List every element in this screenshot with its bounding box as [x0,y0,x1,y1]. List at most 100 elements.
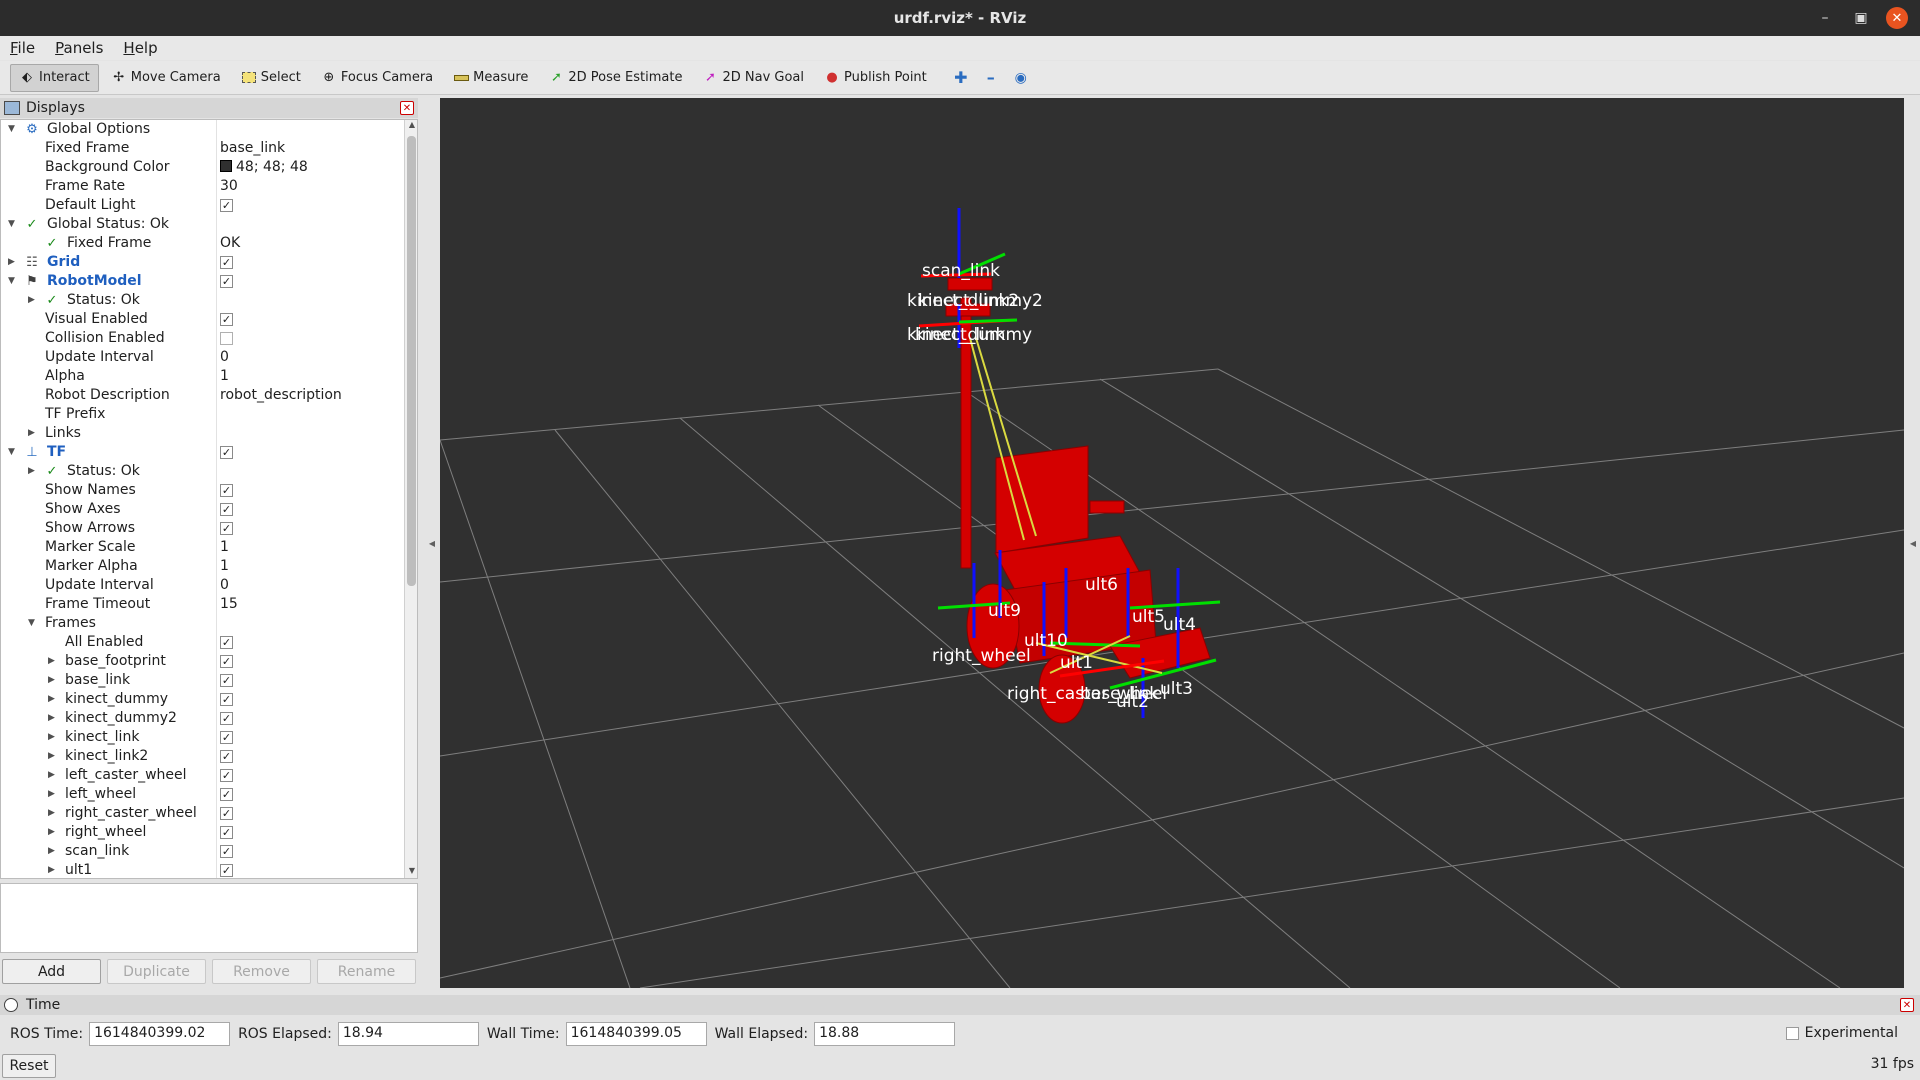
wall-time-field[interactable]: 1614840399.05 [565,1022,707,1046]
collapsed-arrow-icon[interactable]: ▶ [48,861,58,878]
collapsed-arrow-icon[interactable]: ▶ [48,804,58,823]
show-axes-checkbox[interactable]: ✓ [220,503,233,516]
reset-button[interactable]: Reset [2,1054,56,1078]
3d-render-view[interactable]: scan_link kinect_dummy2 kinect_link2 kin… [440,98,1904,988]
experimental-toggle[interactable]: Experimental [1785,1025,1898,1041]
frame-checkbox[interactable]: ✓ [220,769,233,782]
expanded-arrow-icon[interactable]: ▼ [8,120,18,139]
tree-row-all-enabled[interactable]: All Enabled ✓ [1,633,403,652]
tree-row-frame-kinect-link[interactable]: ▶ kinect_link ✓ [1,728,403,747]
interact-tool-button[interactable]: ⬖ Interact [10,63,99,92]
tree-row-robotmodel-status[interactable]: ▶ ✓ Status: Ok [1,291,403,310]
frame-checkbox[interactable]: ✓ [220,674,233,687]
expanded-arrow-icon[interactable]: ▼ [8,443,18,462]
tree-row-alpha[interactable]: Alpha 1 [1,367,403,386]
tree-row-frame-scan-link[interactable]: ▶ scan_link ✓ [1,842,403,861]
rename-display-button[interactable]: Rename [317,959,416,984]
collapsed-arrow-icon[interactable]: ▶ [28,462,38,481]
tree-row-frame-base-link[interactable]: ▶ base_link ✓ [1,671,403,690]
tree-row-robotmodel[interactable]: ▼ ⚑ RobotModel ✓ [1,272,403,291]
tool-properties-button[interactable]: ◉ [1007,64,1035,92]
move-camera-tool-button[interactable]: ✢ Move Camera [103,64,229,92]
tree-row-frame-rate[interactable]: Frame Rate 30 [1,177,403,196]
close-icon[interactable]: ✕ [1900,998,1914,1012]
collapsed-arrow-icon[interactable]: ▶ [48,671,58,690]
ros-elapsed-field[interactable]: 18.94 [337,1022,479,1046]
collapsed-arrow-icon[interactable]: ▶ [28,291,38,310]
expanded-arrow-icon[interactable]: ▼ [28,614,38,633]
tree-row-frame-kinect-dummy[interactable]: ▶ kinect_dummy ✓ [1,690,403,709]
tree-row-tf-status[interactable]: ▶ ✓ Status: Ok [1,462,403,481]
collapse-left-arrow-icon[interactable]: ◀ [429,539,435,548]
frame-checkbox[interactable]: ✓ [220,712,233,725]
tree-row-background-color[interactable]: Background Color 48; 48; 48 [1,158,403,177]
grid-enabled-checkbox[interactable]: ✓ [220,256,233,269]
tree-row-grid[interactable]: ▶ ☷ Grid ✓ [1,253,403,272]
expanded-arrow-icon[interactable]: ▼ [8,215,18,234]
tree-row-frame-left-caster-wheel[interactable]: ▶ left_caster_wheel ✓ [1,766,403,785]
tree-row-visual-enabled[interactable]: Visual Enabled ✓ [1,310,403,329]
tree-row-show-axes[interactable]: Show Axes ✓ [1,500,403,519]
tree-row-links[interactable]: ▶ Links [1,424,403,443]
collapsed-arrow-icon[interactable]: ▶ [48,690,58,709]
default-light-checkbox[interactable]: ✓ [220,199,233,212]
close-window-button[interactable]: ✕ [1886,7,1908,29]
collapsed-arrow-icon[interactable]: ▶ [48,785,58,804]
collapse-right-arrow-icon[interactable]: ◀ [1910,539,1916,548]
scroll-up-arrow-icon[interactable]: ▲ [405,120,417,134]
right-panel-splitter[interactable]: ◀ [1906,98,1920,988]
tree-row-frame-left-wheel[interactable]: ▶ left_wheel ✓ [1,785,403,804]
wall-elapsed-field[interactable]: 18.88 [814,1022,956,1046]
collision-enabled-checkbox[interactable] [220,332,233,345]
tree-row-frames[interactable]: ▼ Frames [1,614,403,633]
tree-row-frame-kinect-link2[interactable]: ▶ kinect_link2 ✓ [1,747,403,766]
tree-row-show-arrows[interactable]: Show Arrows ✓ [1,519,403,538]
frame-checkbox[interactable]: ✓ [220,864,233,877]
collapsed-arrow-icon[interactable]: ▶ [8,253,18,272]
tree-row-fixed-frame-status[interactable]: ✓ Fixed Frame OK [1,234,403,253]
focus-camera-tool-button[interactable]: ⊕ Focus Camera [313,64,441,92]
tree-row-default-light[interactable]: Default Light ✓ [1,196,403,215]
tree-row-global-options[interactable]: ▼ ⚙ Global Options [1,120,403,139]
close-icon[interactable]: ✕ [400,101,414,115]
experimental-checkbox[interactable] [1785,1026,1799,1040]
menu-help[interactable]: Help [113,36,167,60]
collapsed-arrow-icon[interactable]: ▶ [28,424,38,443]
show-names-checkbox[interactable]: ✓ [220,484,233,497]
tree-row-frame-ult1[interactable]: ▶ ult1 ✓ [1,861,403,878]
tree-row-frame-right-caster-wheel[interactable]: ▶ right_caster_wheel ✓ [1,804,403,823]
left-panel-splitter[interactable]: ◀ [425,98,439,988]
menu-file[interactable]: File [0,36,45,60]
nav-goal-tool-button[interactable]: ➚ 2D Nav Goal [694,64,812,92]
tree-row-frame-kinect-dummy2[interactable]: ▶ kinect_dummy2 ✓ [1,709,403,728]
collapsed-arrow-icon[interactable]: ▶ [48,823,58,842]
scroll-thumb[interactable] [407,136,416,586]
collapsed-arrow-icon[interactable]: ▶ [48,842,58,861]
frame-checkbox[interactable]: ✓ [220,788,233,801]
ros-time-field[interactable]: 1614840399.02 [89,1022,231,1046]
tree-row-tf-update-interval[interactable]: Update Interval 0 [1,576,403,595]
tree-row-robot-description[interactable]: Robot Description robot_description [1,386,403,405]
collapsed-arrow-icon[interactable]: ▶ [48,709,58,728]
expanded-arrow-icon[interactable]: ▼ [8,272,18,291]
pose-estimate-tool-button[interactable]: ➚ 2D Pose Estimate [540,64,690,92]
tree-row-frame-right-wheel[interactable]: ▶ right_wheel ✓ [1,823,403,842]
collapsed-arrow-icon[interactable]: ▶ [48,728,58,747]
minimize-button[interactable]: – [1814,7,1836,29]
show-arrows-checkbox[interactable]: ✓ [220,522,233,535]
tree-row-update-interval[interactable]: Update Interval 0 [1,348,403,367]
tree-row-frame-timeout[interactable]: Frame Timeout 15 [1,595,403,614]
tree-row-marker-scale[interactable]: Marker Scale 1 [1,538,403,557]
frame-checkbox[interactable]: ✓ [220,807,233,820]
frame-checkbox[interactable]: ✓ [220,845,233,858]
all-enabled-checkbox[interactable]: ✓ [220,636,233,649]
publish-point-tool-button[interactable]: ● Publish Point [816,64,935,92]
tree-row-marker-alpha[interactable]: Marker Alpha 1 [1,557,403,576]
tree-row-tf-prefix[interactable]: TF Prefix [1,405,403,424]
tree-row-fixed-frame[interactable]: Fixed Frame base_link [1,139,403,158]
tree-row-collision-enabled[interactable]: Collision Enabled [1,329,403,348]
frame-checkbox[interactable]: ✓ [220,731,233,744]
visual-enabled-checkbox[interactable]: ✓ [220,313,233,326]
collapsed-arrow-icon[interactable]: ▶ [48,766,58,785]
collapsed-arrow-icon[interactable]: ▶ [48,747,58,766]
